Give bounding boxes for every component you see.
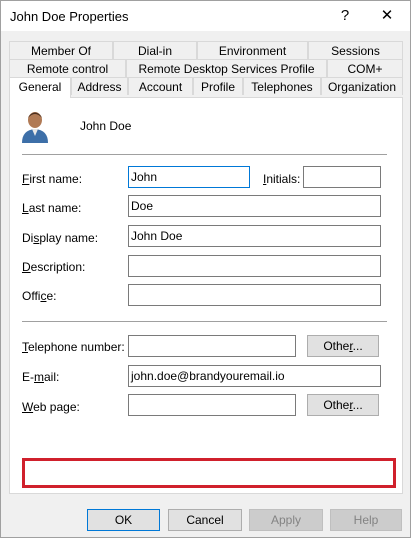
description-label: Description: (22, 260, 86, 274)
office-label: Office: (22, 289, 57, 303)
cancel-button[interactable]: Cancel (168, 509, 242, 531)
general-tab-panel: John Doe First name: John Initials: Last… (9, 97, 403, 494)
web-page-input[interactable] (128, 394, 296, 416)
other-web-page-button[interactable]: Other... (307, 394, 379, 416)
description-input[interactable] (128, 255, 381, 277)
separator (22, 321, 387, 322)
tab-address[interactable]: Address (71, 77, 128, 95)
title-bar: John Doe Properties ? ✕ (1, 1, 410, 31)
tab-remote-desktop-services-profile[interactable]: Remote Desktop Services Profile (126, 59, 327, 77)
tab-com-plus[interactable]: COM+ (327, 59, 403, 77)
tab-profile[interactable]: Profile (193, 77, 243, 95)
initials-label: Initials: (263, 172, 301, 186)
first-name-input[interactable]: John (128, 166, 250, 188)
web-page-label: Web page: (22, 400, 80, 414)
tab-member-of[interactable]: Member Of (9, 41, 113, 59)
display-name-input[interactable]: John Doe (128, 225, 381, 247)
tab-environment[interactable]: Environment (197, 41, 308, 59)
tab-remote-control[interactable]: Remote control (9, 59, 126, 77)
last-name-input[interactable]: Doe (128, 195, 381, 217)
user-display-name: John Doe (80, 119, 132, 133)
tab-general[interactable]: General (9, 77, 71, 98)
tab-sessions[interactable]: Sessions (308, 41, 403, 59)
initials-input[interactable] (303, 166, 381, 188)
first-name-label: First name: (22, 172, 83, 186)
help-button: Help (330, 509, 402, 531)
user-avatar-icon (22, 112, 48, 143)
tab-account[interactable]: Account (128, 77, 193, 95)
other-telephone-button[interactable]: Other... (307, 335, 379, 357)
tab-dial-in[interactable]: Dial-in (113, 41, 197, 59)
email-highlight-box (22, 458, 396, 488)
close-icon[interactable]: ✕ (369, 4, 405, 28)
separator (22, 154, 387, 155)
help-icon[interactable]: ? (327, 4, 363, 28)
office-input[interactable] (128, 284, 381, 306)
tab-telephones[interactable]: Telephones (243, 77, 321, 95)
apply-button: Apply (249, 509, 323, 531)
email-label: E-mail: (22, 370, 60, 384)
ok-button[interactable]: OK (87, 509, 160, 531)
tab-organization[interactable]: Organization (321, 77, 403, 95)
display-name-label: Display name: (22, 231, 99, 245)
last-name-label: Last name: (22, 201, 82, 215)
properties-dialog: John Doe Properties ? ✕ Member Of Dial-i… (0, 0, 411, 538)
window-title: John Doe Properties (10, 9, 129, 24)
telephone-input[interactable] (128, 335, 296, 357)
telephone-label: Telephone number: (22, 340, 125, 354)
email-input[interactable]: john.doe@brandyouremail.io (128, 365, 381, 387)
